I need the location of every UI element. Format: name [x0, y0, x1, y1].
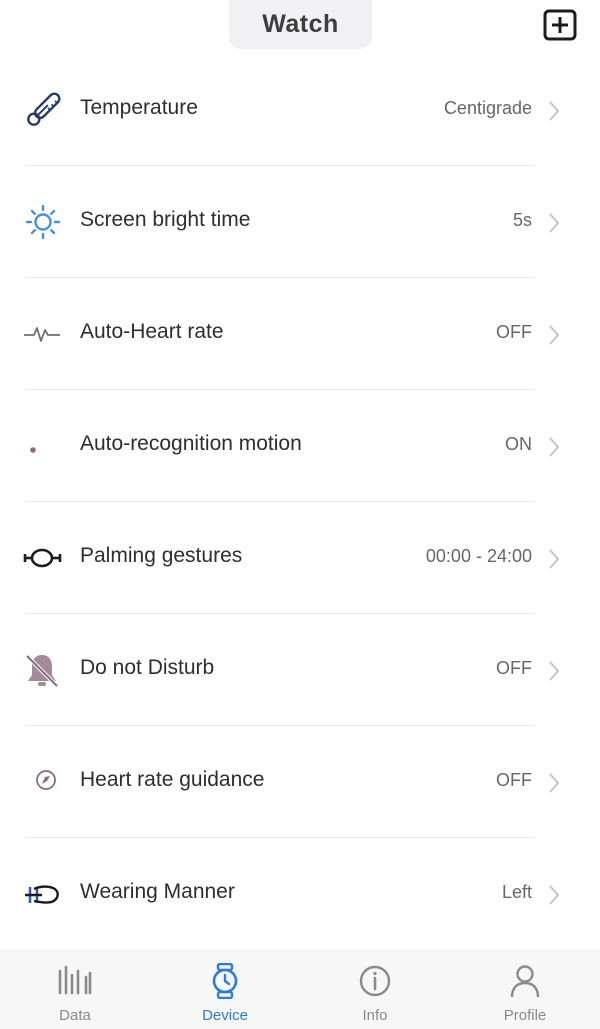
wrist-gesture-icon — [22, 539, 64, 577]
title-pill: Watch — [229, 0, 372, 49]
bars-icon — [58, 965, 92, 995]
tab-device[interactable]: Device — [150, 949, 300, 1029]
setting-value: 00:00 - 24:00 — [425, 546, 532, 566]
bottom-tab-bar: Data Device Info Profile — [0, 949, 600, 1029]
setting-label: Heart rate guidance — [80, 768, 265, 791]
chevron-right-icon — [549, 213, 560, 233]
add-device-button[interactable] — [543, 9, 577, 41]
setting-row-auto-recognition-motion[interactable]: Auto-recognition motion ON — [0, 390, 600, 502]
bell-off-icon — [22, 651, 64, 689]
tab-label: Device — [202, 1007, 248, 1024]
chevron-right-icon — [549, 773, 560, 793]
tab-label: Profile — [503, 1007, 547, 1024]
setting-value: 5s — [512, 210, 532, 230]
chevron-right-icon — [549, 885, 560, 905]
setting-label: Auto-Heart rate — [80, 320, 224, 343]
chevron-right-icon — [549, 437, 560, 457]
person-icon — [510, 965, 540, 998]
tab-label: Data — [59, 1007, 91, 1024]
setting-value: OFF — [496, 658, 532, 678]
setting-row-do-not-disturb[interactable]: Do not Disturb OFF — [0, 614, 600, 726]
setting-row-screen-bright-time[interactable]: Screen bright time 5s — [0, 166, 600, 278]
sun-icon — [22, 203, 64, 241]
setting-label: Screen bright time — [80, 208, 251, 231]
plus-square-icon — [543, 9, 577, 41]
setting-label: Auto-recognition motion — [80, 432, 302, 455]
chevron-right-icon — [549, 661, 560, 681]
wrist-hand-icon — [22, 875, 64, 913]
watch-icon — [212, 963, 238, 999]
setting-value: ON — [505, 434, 532, 454]
setting-row-heart-rate-guidance[interactable]: Heart rate guidance OFF — [0, 726, 600, 838]
motion-dot-icon — [22, 427, 64, 465]
setting-label: Do not Disturb — [80, 656, 215, 679]
tab-profile[interactable]: Profile — [450, 949, 600, 1029]
heartbeat-icon — [22, 315, 64, 353]
settings-list: Temperature Centigrade Screen bright tim… — [0, 54, 600, 950]
setting-row-wearing-manner[interactable]: Wearing Manner Left — [0, 838, 600, 950]
page-title: Watch — [262, 10, 339, 38]
chevron-right-icon — [549, 101, 560, 121]
tab-data[interactable]: Data — [0, 949, 150, 1029]
setting-value: Left — [501, 882, 532, 902]
chevron-right-icon — [549, 325, 560, 345]
setting-row-auto-heart-rate[interactable]: Auto-Heart rate OFF — [0, 278, 600, 390]
compass-icon — [22, 763, 64, 801]
tab-label: Info — [362, 1007, 388, 1024]
watch-settings-screen: Watch Temperature Centigrade Screen brig… — [0, 0, 600, 1029]
setting-label: Palming gestures — [80, 544, 243, 567]
chevron-right-icon — [549, 549, 560, 569]
setting-row-temperature[interactable]: Temperature Centigrade — [0, 54, 600, 166]
setting-label: Wearing Manner — [80, 880, 235, 903]
setting-value: OFF — [496, 322, 532, 342]
tab-info[interactable]: Info — [300, 949, 450, 1029]
setting-label: Temperature — [80, 96, 198, 119]
header: Watch — [0, 0, 600, 54]
setting-value: OFF — [496, 770, 532, 790]
info-icon — [359, 965, 391, 997]
setting-value: Centigrade — [443, 98, 532, 118]
thermometer-icon — [22, 91, 64, 129]
setting-row-palming-gestures[interactable]: Palming gestures 00:00 - 24:00 — [0, 502, 600, 614]
